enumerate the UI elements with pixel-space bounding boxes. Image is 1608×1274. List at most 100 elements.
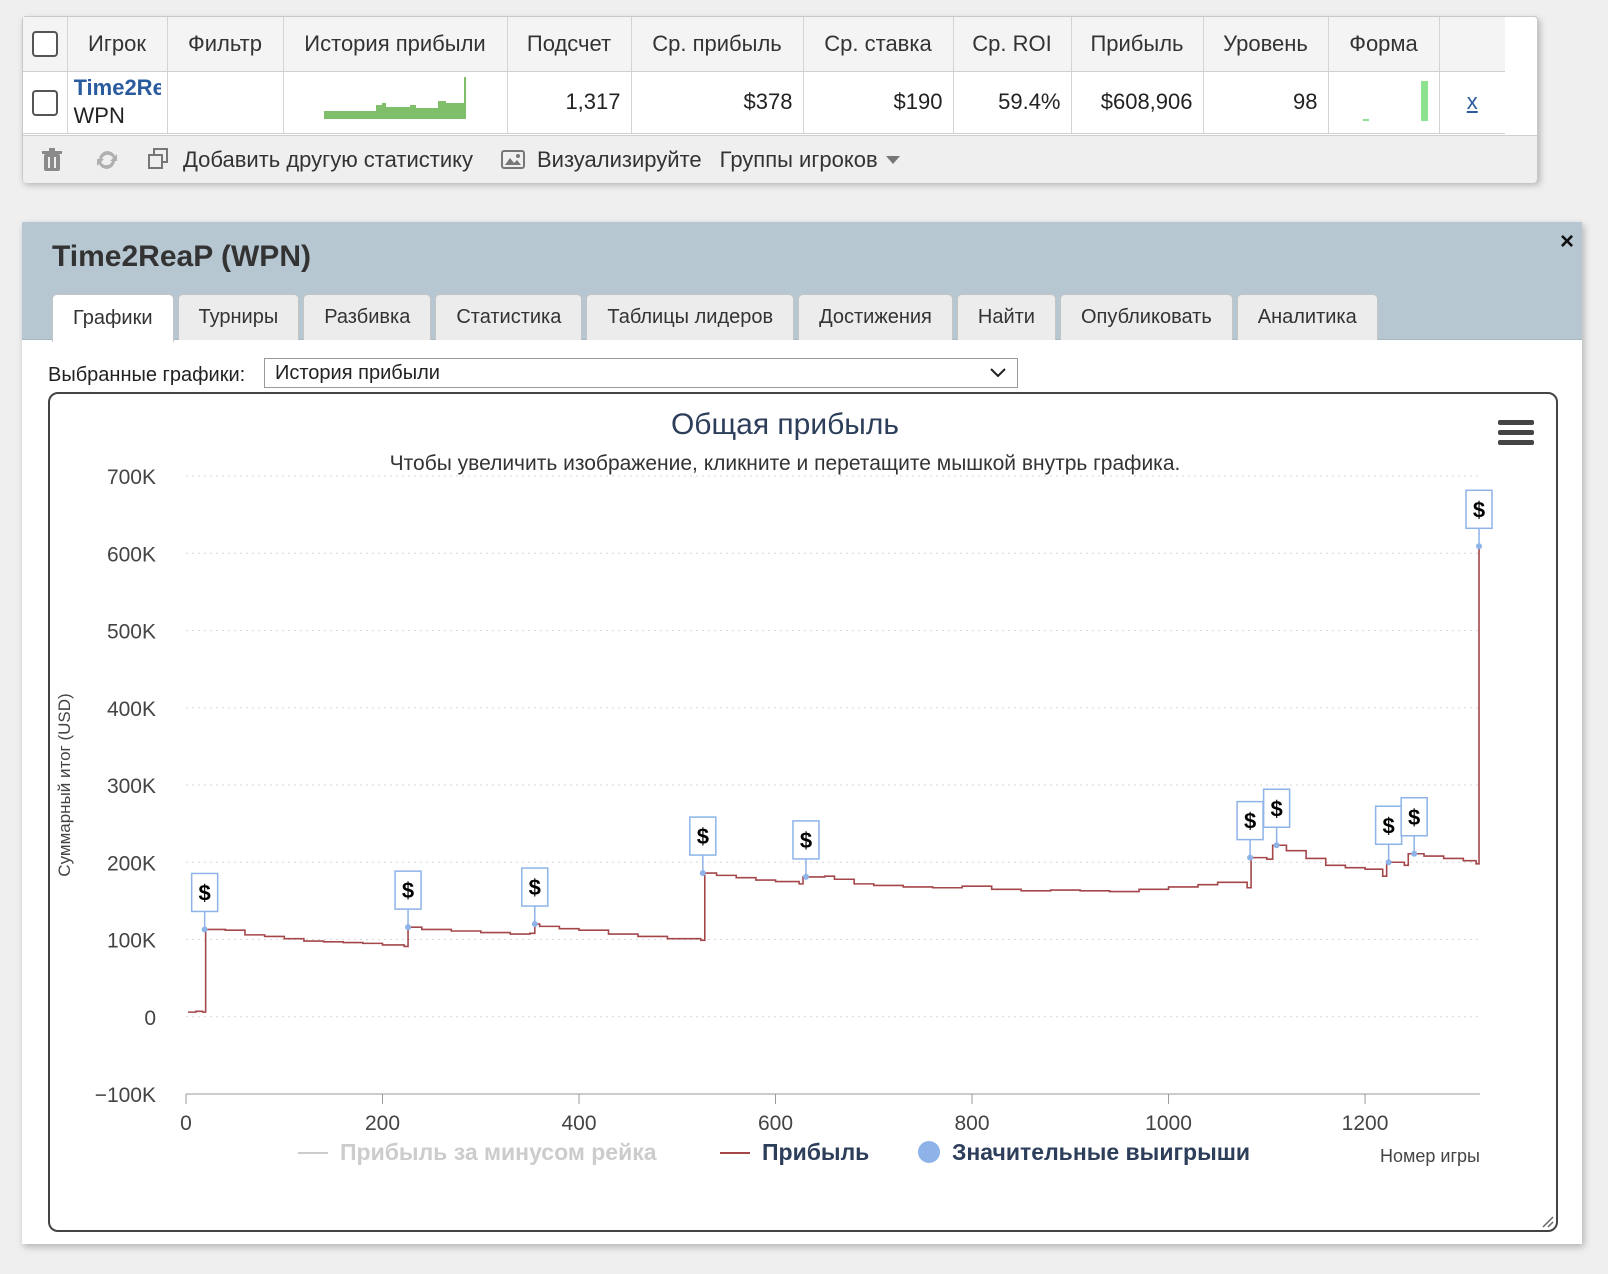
col-avg-profit[interactable]: Ср. прибыль	[631, 17, 804, 72]
x-axis-title: Номер игры	[1380, 1146, 1480, 1166]
tab-5[interactable]: Достижения	[798, 294, 953, 340]
form-bars	[1362, 81, 1428, 121]
legend-bigwin-label: Значительные выигрыши	[952, 1139, 1250, 1165]
col-level[interactable]: Уровень	[1203, 17, 1329, 72]
chevron-down-icon	[990, 368, 1006, 378]
stats-panel: Игрок Фильтр История прибыли Подсчет Ср.…	[22, 16, 1538, 183]
profit-line	[187, 546, 1480, 1013]
add-stat-button[interactable]: Добавить другую статистику	[147, 147, 473, 173]
chart-menu-icon[interactable]	[1498, 420, 1534, 450]
x-tick-label: 1200	[1342, 1112, 1389, 1135]
legend-bigwin-swatch	[918, 1141, 940, 1163]
player-cell[interactable]: Time2ReaP WPN	[67, 71, 168, 134]
tab-7[interactable]: Опубликовать	[1059, 294, 1233, 340]
panel-header: Time2ReaP (WPN) × Графики Турниры Разбивка…	[22, 222, 1582, 342]
x-tick-label: 200	[365, 1112, 400, 1135]
select-all-checkbox[interactable]	[31, 31, 58, 58]
tab-2[interactable]: Разбивка	[303, 294, 432, 340]
remove-row-link[interactable]: x	[1467, 89, 1478, 114]
row-checkbox[interactable]	[31, 89, 58, 116]
big-win-label: $	[1244, 809, 1256, 834]
select-all-header[interactable]	[23, 17, 68, 72]
player-network: WPN	[73, 103, 125, 128]
stats-table: Игрок Фильтр История прибыли Подсчет Ср.…	[23, 17, 1505, 134]
col-filter[interactable]: Фильтр	[167, 17, 284, 72]
profit-sparkline	[324, 77, 466, 119]
big-win-label: $	[1408, 805, 1420, 830]
y-tick-label: 600K	[107, 543, 156, 566]
big-win-point	[405, 924, 412, 931]
profit-cell: $608,906	[1071, 71, 1204, 134]
col-form[interactable]: Форма	[1328, 17, 1440, 72]
close-icon[interactable]: ×	[1560, 228, 1574, 256]
col-avg-roi[interactable]: Ср. ROI	[953, 17, 1072, 72]
form-bar-small	[1362, 119, 1369, 121]
filter-cell[interactable]	[167, 71, 284, 134]
add-stat-label: Добавить другую статистику	[183, 146, 473, 172]
player-groups-dropdown[interactable]: Группы игроков	[720, 147, 900, 173]
chart-container[interactable]: Общая прибыль Чтобы увеличить изображение…	[48, 392, 1558, 1232]
level-cell: 98	[1203, 71, 1329, 134]
y-tick-label: 500K	[107, 621, 156, 644]
col-count[interactable]: Подсчет	[507, 17, 632, 72]
chart-subtitle: Чтобы увеличить изображение, кликните и …	[390, 452, 1181, 475]
legend-rake-label: Прибыль за минусом рейка	[340, 1139, 657, 1165]
count-cell: 1,317	[507, 71, 632, 134]
visualize-button[interactable]: Визуализируйте	[501, 147, 702, 173]
x-tick-label: 600	[758, 1112, 793, 1135]
x-tick-label: 1000	[1145, 1112, 1192, 1135]
row-select[interactable]	[23, 71, 68, 134]
avg-stake-cell: $190	[803, 71, 954, 134]
tab-8[interactable]: Аналитика	[1236, 294, 1378, 340]
y-tick-label: 200K	[107, 852, 156, 875]
big-win-point	[1385, 859, 1392, 866]
remove-cell[interactable]: x	[1439, 71, 1505, 134]
big-win-label: $	[529, 875, 541, 900]
charts-selector-value: История прибыли	[275, 361, 440, 384]
image-icon	[501, 148, 525, 172]
y-axis-title: Суммарный итог (USD)	[55, 693, 74, 876]
y-tick-label: 300K	[107, 775, 156, 798]
tab-4[interactable]: Таблицы лидеров	[586, 294, 795, 340]
legend-profit-label: Прибыль	[762, 1139, 869, 1165]
profit-history-cell[interactable]	[283, 71, 508, 134]
tab-0[interactable]: Графики	[52, 294, 174, 342]
col-player[interactable]: Игрок	[67, 17, 168, 72]
refresh-icon[interactable]	[95, 148, 119, 172]
big-win-point	[1411, 850, 1418, 857]
big-win-point	[531, 921, 538, 928]
col-actions	[1439, 17, 1505, 72]
y-tick-label: 100K	[107, 930, 156, 953]
tab-6[interactable]: Найти	[956, 294, 1056, 340]
trash-icon[interactable]	[41, 147, 65, 172]
player-name-link[interactable]: Time2ReaP	[74, 74, 161, 102]
stats-header-row: Игрок Фильтр История прибыли Подсчет Ср.…	[23, 17, 1505, 72]
col-profit-history[interactable]: История прибыли	[283, 17, 508, 72]
y-tick-label: 0	[144, 1007, 156, 1030]
tab-bar: Графики Турниры Разбивка Статистика Таблицы …	[52, 294, 1378, 342]
y-tick-label: 700K	[107, 466, 156, 489]
resize-handle-icon[interactable]	[1538, 1212, 1554, 1228]
x-tick-label: 800	[955, 1112, 990, 1135]
big-win-point	[201, 926, 208, 933]
charts-selector-label: Выбранные графики:	[48, 364, 246, 386]
panel-title: Time2ReaP (WPN)	[52, 240, 311, 273]
big-win-point	[802, 873, 809, 880]
col-avg-stake[interactable]: Ср. ставка	[803, 17, 954, 72]
big-win-point	[699, 870, 706, 877]
chart-title: Общая прибыль	[671, 408, 899, 441]
tab-3[interactable]: Статистика	[435, 294, 583, 340]
big-win-label: $	[1382, 813, 1394, 838]
player-panel: Time2ReaP (WPN) × Графики Турниры Разбивка…	[22, 222, 1582, 1244]
big-win-label: $	[697, 824, 709, 849]
avg-profit-cell: $378	[631, 71, 804, 134]
visualize-label: Визуализируйте	[537, 146, 702, 172]
form-cell	[1328, 71, 1440, 134]
table-row[interactable]: Time2ReaP WPN 1,317 $378 $190 59.4% $608…	[23, 71, 1505, 134]
tab-1[interactable]: Турниры	[177, 294, 300, 340]
add-stat-icon	[147, 147, 171, 172]
charts-selector[interactable]: История прибыли	[264, 358, 1018, 388]
big-win-label: $	[1270, 796, 1282, 821]
col-profit[interactable]: Прибыль	[1071, 17, 1204, 72]
profit-chart[interactable]: Общая прибыль Чтобы увеличить изображение…	[50, 394, 1560, 1234]
